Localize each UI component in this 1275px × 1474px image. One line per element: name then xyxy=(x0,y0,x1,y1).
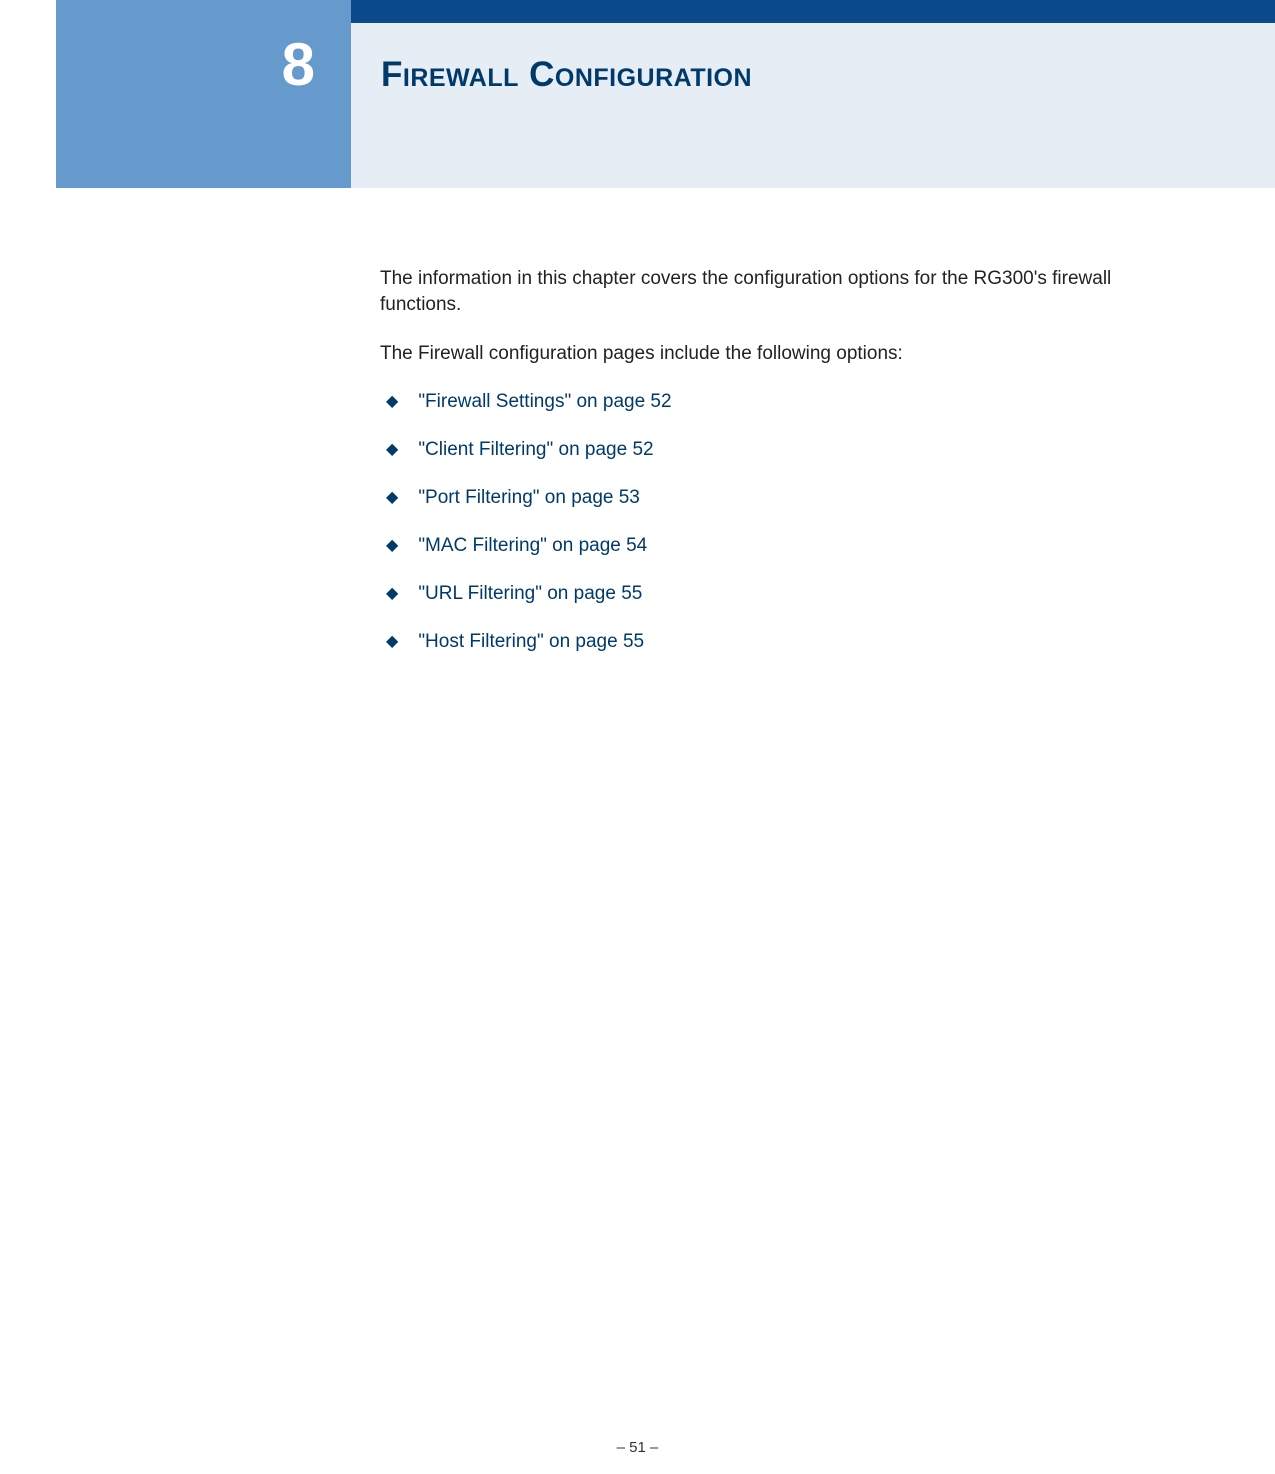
page-footer: – 51 – xyxy=(0,1439,1275,1456)
diamond-bullet-icon: ◆ xyxy=(386,586,398,602)
toc-link[interactable]: "MAC Filtering" on page 54 xyxy=(418,535,647,557)
list-item: ◆ "Host Filtering" on page 55 xyxy=(380,631,1195,653)
toc-link-list: ◆ "Firewall Settings" on page 52 ◆ "Clie… xyxy=(380,391,1195,653)
diamond-bullet-icon: ◆ xyxy=(386,634,398,650)
list-item: ◆ "URL Filtering" on page 55 xyxy=(380,583,1195,605)
chapter-title: Firewall Configuration xyxy=(381,55,752,94)
toc-link[interactable]: "Firewall Settings" on page 52 xyxy=(418,391,671,413)
diamond-bullet-icon: ◆ xyxy=(386,538,398,554)
chapter-number-box: 8 xyxy=(56,0,351,188)
list-item: ◆ "Client Filtering" on page 52 xyxy=(380,439,1195,461)
subintro-paragraph: The Firewall configuration pages include… xyxy=(380,341,1195,367)
chapter-header: 8 Firewall Configuration xyxy=(0,0,1275,188)
toc-link[interactable]: "Client Filtering" on page 52 xyxy=(418,439,653,461)
list-item: ◆ "Firewall Settings" on page 52 xyxy=(380,391,1195,413)
diamond-bullet-icon: ◆ xyxy=(386,442,398,458)
content-area: The information in this chapter covers t… xyxy=(0,188,1275,653)
list-item: ◆ "Port Filtering" on page 53 xyxy=(380,487,1195,509)
page-number: – 51 – xyxy=(617,1439,659,1456)
diamond-bullet-icon: ◆ xyxy=(386,394,398,410)
chapter-number: 8 xyxy=(282,30,315,99)
list-item: ◆ "MAC Filtering" on page 54 xyxy=(380,535,1195,557)
intro-paragraph: The information in this chapter covers t… xyxy=(380,266,1195,317)
diamond-bullet-icon: ◆ xyxy=(386,490,398,506)
toc-link[interactable]: "URL Filtering" on page 55 xyxy=(418,583,642,605)
toc-link[interactable]: "Port Filtering" on page 53 xyxy=(418,487,640,509)
toc-link[interactable]: "Host Filtering" on page 55 xyxy=(418,631,644,653)
chapter-title-box: Firewall Configuration xyxy=(351,20,1275,188)
